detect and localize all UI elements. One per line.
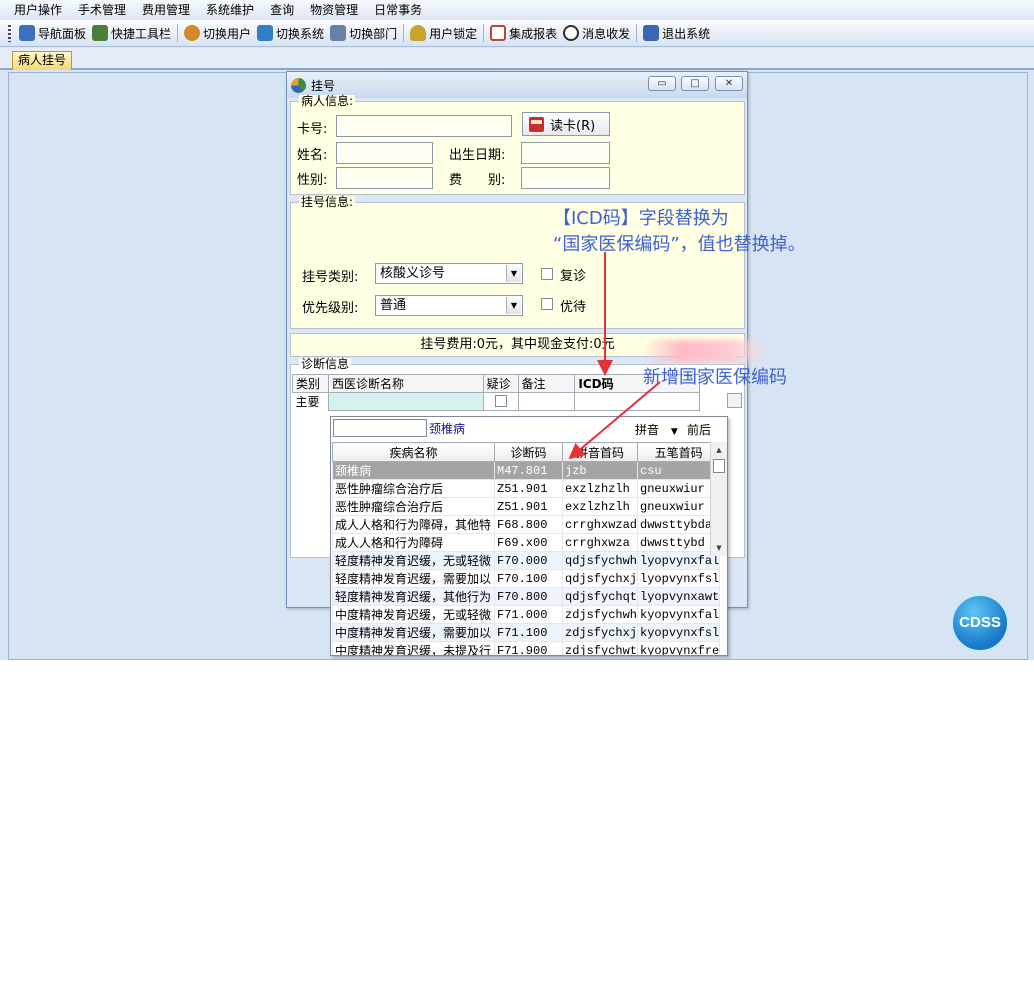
arrow-to-new-column [568, 381, 661, 460]
cdss-badge-button[interactable]: CDSS [951, 594, 1009, 652]
application-window: 用户操作 手术管理 费用管理 系统维护 查询 物资管理 日常事务 导航面板 快捷… [0, 0, 1034, 660]
annotation-arrows [568, 252, 661, 460]
